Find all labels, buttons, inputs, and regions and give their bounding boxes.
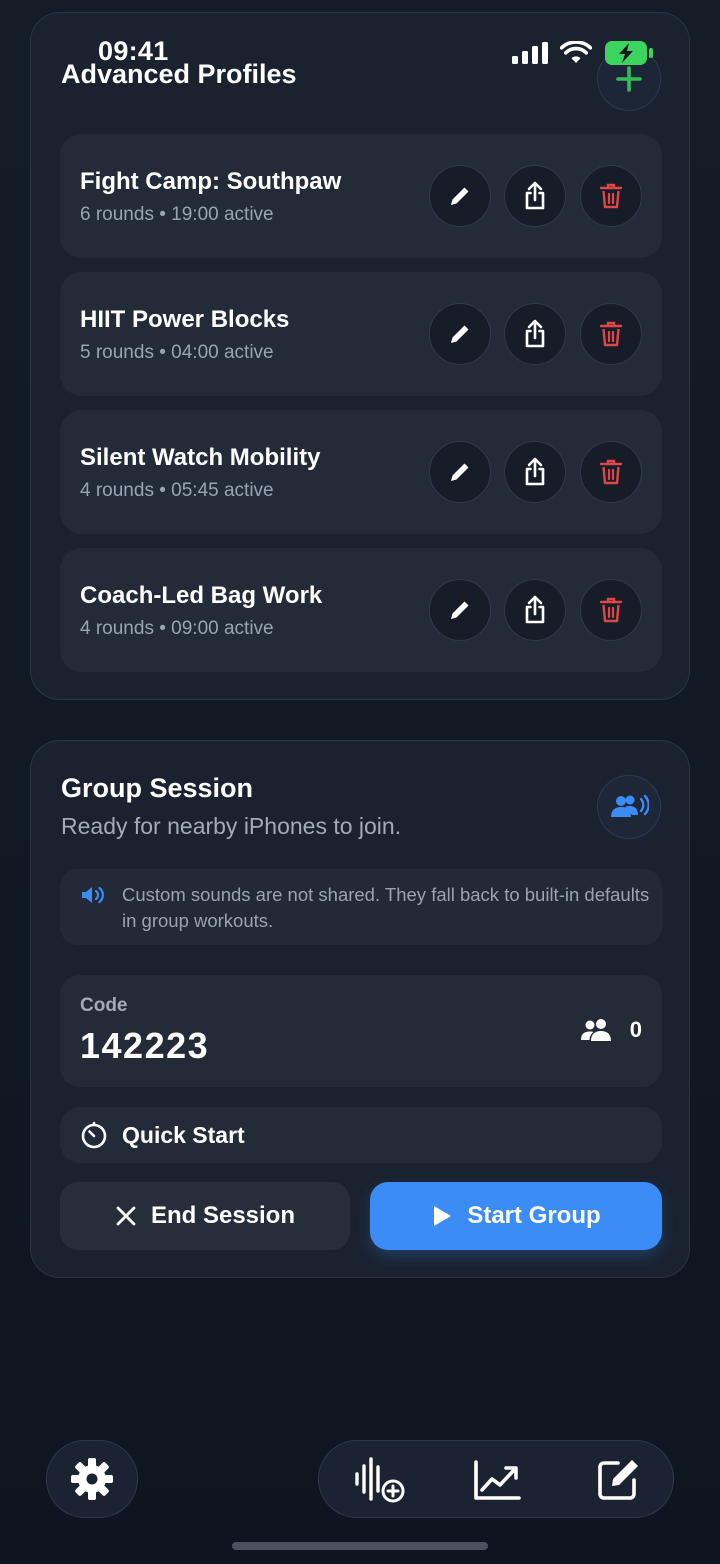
pencil-icon [451,187,469,205]
settings-button[interactable] [46,1440,138,1518]
timer-icon [81,1121,107,1149]
close-icon [116,1206,136,1226]
share-icon [525,319,545,348]
profile-row[interactable]: Fight Camp: Southpaw 6 rounds • 19:00 ac… [60,134,662,258]
delete-profile-button[interactable] [580,441,642,503]
trash-icon [599,183,623,209]
share-profile-button[interactable] [504,579,566,641]
tab-compose[interactable] [593,1457,645,1503]
speaker-icon [82,886,104,904]
settings-icon [71,1458,113,1500]
profile-row[interactable]: Coach-Led Bag Work 4 rounds • 09:00 acti… [60,548,662,672]
profile-name: Coach-Led Bag Work [80,582,323,609]
share-profile-button[interactable] [504,441,566,503]
profile-meta: 5 rounds • 04:00 active [80,342,274,363]
people-icon [580,1019,611,1041]
profile-name: Silent Watch Mobility [80,444,321,471]
group-broadcast-button[interactable] [597,775,661,839]
sound-info-box: Custom sounds are not shared. They fall … [60,869,662,945]
profiles-title: Advanced Profiles [61,59,297,89]
profile-meta: 4 rounds • 05:45 active [80,480,274,501]
profile-name: Fight Camp: Southpaw [80,168,342,195]
participant-count: 0 [580,1017,642,1043]
profile-row[interactable]: Silent Watch Mobility 4 rounds • 05:45 a… [60,410,662,534]
tab-sounds[interactable] [353,1457,405,1503]
pencil-icon [451,601,469,619]
cellular-icon [512,42,548,64]
quick-start-label: Quick Start [122,1121,245,1148]
profile-name: HIIT Power Blocks [80,306,290,333]
share-profile-button[interactable] [504,165,566,227]
profile-meta: 4 rounds • 09:00 active [80,618,274,639]
home-indicator [232,1542,488,1550]
end-session-label: End Session [150,1202,296,1229]
profile-meta: 6 rounds • 19:00 active [80,204,274,225]
participant-count-value: 0 [629,1017,642,1042]
play-icon [434,1206,452,1226]
edit-profile-button[interactable] [429,165,491,227]
end-session-button[interactable]: End Session [60,1182,350,1250]
waveform-add-icon [355,1457,405,1503]
delete-profile-button[interactable] [580,165,642,227]
sound-info-text: Custom sounds are not shared. They fall … [122,884,650,931]
share-icon [525,595,545,624]
status-time: 09:41 [98,36,169,66]
tab-bar [318,1440,674,1518]
chart-icon [474,1460,521,1500]
compose-icon [598,1460,638,1500]
start-group-label: Start Group [467,1202,601,1229]
wifi-icon [560,41,592,63]
share-icon [525,457,545,486]
pencil-icon [451,325,469,343]
session-code-box: Code 142223 0 [60,975,662,1087]
group-session-subtitle: Ready for nearby iPhones to join. [61,813,402,839]
pencil-icon [451,463,469,481]
plus-icon [616,66,642,92]
battery-charging-icon [605,41,653,65]
session-code: 142223 [80,1025,210,1066]
edit-profile-button[interactable] [429,303,491,365]
trash-icon [599,459,623,485]
advanced-profiles-card: Advanced Profiles Fight Camp: Southpaw 6… [30,12,690,700]
share-profile-button[interactable] [504,303,566,365]
group-session-title: Group Session [61,773,254,803]
profile-row[interactable]: HIIT Power Blocks 5 rounds • 04:00 activ… [60,272,662,396]
code-label: Code [80,995,128,1016]
share-icon [525,181,545,210]
delete-profile-button[interactable] [580,579,642,641]
trash-icon [599,597,623,623]
edit-profile-button[interactable] [429,579,491,641]
start-group-button[interactable]: Start Group [370,1182,662,1250]
delete-profile-button[interactable] [580,303,642,365]
quick-start-button[interactable]: Quick Start [60,1107,662,1163]
edit-profile-button[interactable] [429,441,491,503]
status-icons [512,40,654,66]
tab-stats[interactable] [471,1457,523,1503]
group-broadcast-icon [611,794,649,817]
group-session-card: Group Session Ready for nearby iPhones t… [30,740,690,1278]
trash-icon [599,321,623,347]
